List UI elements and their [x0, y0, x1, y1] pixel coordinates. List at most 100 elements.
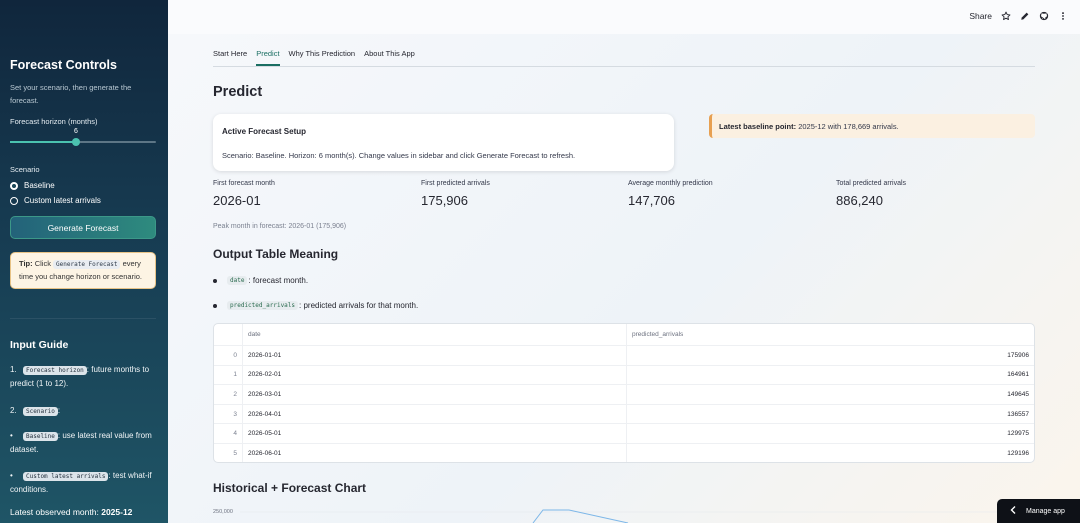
tab-start-here[interactable]: Start Here [213, 49, 247, 66]
page-title: Predict [213, 84, 263, 100]
metric-value: 2026-01 [213, 193, 261, 208]
tab-bar: Start Here Predict Why This Prediction A… [213, 49, 1035, 67]
table-row: 5 2026-06-01 129196 [214, 442, 1034, 462]
historical-forecast-chart[interactable]: 250,000 [213, 504, 1035, 523]
tip-code: Generate Forecast [53, 260, 121, 269]
sidebar: Forecast Controls Set your scenario, the… [0, 0, 168, 523]
sidebar-title: Forecast Controls [10, 58, 117, 72]
metric-label: Total predicted arrivals [836, 180, 907, 187]
main-content: Start Here Predict Why This Prediction A… [168, 34, 1080, 523]
table-row: 0 2026-01-01 175906 [214, 345, 1034, 365]
column-header-predicted-arrivals[interactable]: predicted_arrivals [627, 324, 1034, 345]
tab-why-this-prediction[interactable]: Why This Prediction [289, 49, 356, 66]
meaning-code: predicted_arrivals [227, 301, 299, 310]
edit-icon[interactable] [1020, 11, 1030, 21]
guide-code: Custom latest arrivals [23, 472, 109, 481]
chart-title: Historical + Forecast Chart [213, 481, 367, 495]
bullet-dot [213, 303, 217, 308]
tip-box: Tip: Click Generate Forecast every time … [10, 252, 156, 289]
cell-predicted-arrivals: 129196 [1007, 449, 1029, 457]
manage-app-button[interactable]: Manage app [997, 499, 1080, 523]
cell-date: 2026-02-01 [243, 365, 627, 385]
horizon-value: 6 [74, 128, 78, 135]
manage-app-label: Manage app [1026, 507, 1065, 515]
cell-date: 2026-03-01 [243, 385, 627, 404]
output-table-meaning-title: Output Table Meaning [213, 247, 339, 261]
active-setup-card: Active Forecast Setup Scenario: Baseline… [213, 114, 674, 171]
input-guide-title: Input Guide [10, 339, 69, 351]
metric-total-predicted-arrivals: Total predicted arrivals 886,240 [836, 180, 906, 208]
metric-first-forecast-month: First forecast month 2026-01 [213, 180, 275, 208]
metric-value: 147,706 [628, 193, 675, 208]
metric-average-monthly-prediction: Average monthly prediction 147,706 [628, 180, 713, 208]
guide-marker: 2. [10, 406, 17, 415]
guide-text: : [57, 406, 61, 415]
metric-label: Average monthly prediction [628, 180, 713, 187]
more-vertical-icon[interactable] [1058, 11, 1068, 21]
tab-predict[interactable]: Predict [256, 49, 280, 66]
scenario-label: Scenario [10, 165, 40, 174]
radio-selected-icon [10, 181, 18, 190]
forecast-table[interactable]: date predicted_arrivals 0 2026-01-01 175… [213, 323, 1035, 463]
baseline-notice: Latest baseline point: 2025-12 with 178,… [709, 114, 1035, 138]
radio-baseline-label: Baseline [24, 181, 55, 190]
meaning-code: date [227, 276, 248, 285]
row-index: 5 [214, 443, 243, 462]
table-header-row: date predicted_arrivals [214, 324, 1034, 345]
cell-date: 2026-06-01 [243, 443, 627, 462]
guide-item: • Custom latest arrivals: test what-if co… [10, 469, 158, 496]
index-header [214, 324, 243, 345]
guide-code: Forecast horizon [23, 366, 87, 375]
setup-card-text: Scenario: Baseline. Horizon: 6 month(s).… [222, 151, 576, 160]
notice-bold: Latest baseline point: [719, 122, 797, 131]
setup-card-title: Active Forecast Setup [222, 127, 307, 136]
guide-item: 2. Scenario: [10, 404, 158, 418]
sidebar-divider [10, 318, 156, 319]
radio-baseline[interactable]: Baseline [10, 181, 55, 190]
meaning-text: : forecast month. [248, 276, 309, 285]
metric-value: 175,906 [421, 193, 468, 208]
notice-text: 2025-12 with 178,669 arrivals. [796, 122, 899, 131]
cell-predicted-arrivals: 129975 [1007, 430, 1029, 438]
top-bar: Share [168, 0, 1080, 34]
tip-text-before: Click [34, 259, 51, 268]
guide-marker: • [10, 471, 13, 480]
guide-item: • Baseline: use latest real value from da… [10, 429, 158, 456]
chart-svg [240, 509, 1035, 523]
meaning-text: : predicted arrivals for that month. [299, 301, 419, 310]
tab-about-this-app[interactable]: About This App [364, 49, 415, 66]
cell-predicted-arrivals: 175906 [1007, 351, 1029, 359]
chevron-left-icon [1010, 506, 1016, 516]
metric-label: First predicted arrivals [421, 180, 490, 187]
horizon-slider[interactable] [10, 138, 156, 146]
slider-fill [10, 141, 77, 143]
star-icon[interactable] [1001, 11, 1011, 21]
radio-unselected-icon [10, 196, 18, 205]
cell-date: 2026-05-01 [243, 424, 627, 443]
slider-thumb[interactable] [72, 138, 81, 146]
table-row: 2 2026-03-01 149645 [214, 384, 1034, 404]
peak-month-caption: Peak month in forecast: 2026-01 (175,906… [213, 223, 347, 230]
table-row: 1 2026-02-01 164961 [214, 364, 1034, 385]
column-header-date[interactable]: date [243, 324, 627, 345]
table-row: 4 2026-05-01 129975 [214, 423, 1034, 443]
bullet-dot [213, 278, 217, 283]
guide-item: 1. Forecast horizon: future months to pre… [10, 363, 158, 390]
row-index: 2 [214, 385, 243, 404]
guide-code: Scenario [23, 407, 58, 416]
radio-custom-label: Custom latest arrivals [24, 196, 101, 205]
guide-marker: 1. [10, 365, 17, 374]
latest-observed: Latest observed month: 2025-12 [10, 507, 132, 517]
cell-predicted-arrivals: 136557 [1007, 410, 1029, 418]
cell-predicted-arrivals: 164961 [1007, 371, 1029, 379]
cell-predicted-arrivals: 149645 [1007, 390, 1029, 398]
tip-prefix: Tip: [19, 259, 33, 268]
metric-value: 886,240 [836, 193, 883, 208]
guide-marker: • [10, 431, 13, 440]
horizon-label: Forecast horizon (months) [10, 117, 98, 126]
generate-forecast-button[interactable]: Generate Forecast [10, 216, 156, 239]
share-button[interactable]: Share [969, 11, 992, 21]
radio-custom-latest-arrivals[interactable]: Custom latest arrivals [10, 196, 101, 205]
sidebar-description: Set your scenario, then generate the for… [10, 83, 132, 105]
github-icon[interactable] [1039, 11, 1049, 21]
